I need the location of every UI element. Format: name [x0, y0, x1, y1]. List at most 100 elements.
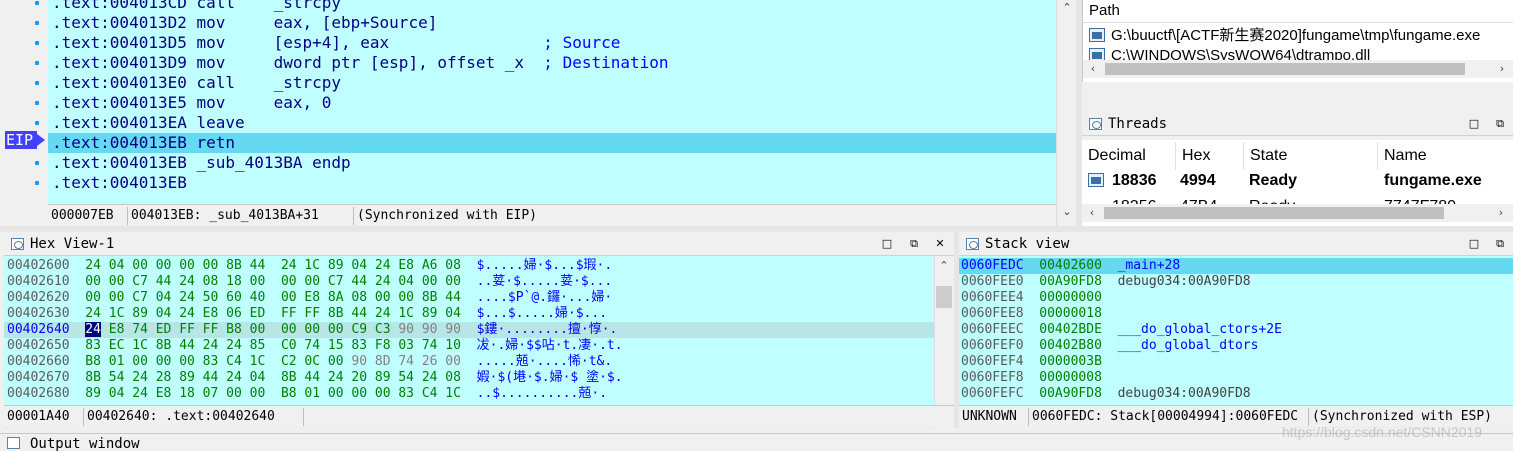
disasm-vertical-scrollbar[interactable]: ⌃ ⌄: [1056, 0, 1076, 226]
scroll-thumb[interactable]: [1104, 207, 1444, 219]
threads-titlebar[interactable]: Threads □ ⧉: [1082, 112, 1513, 136]
col-name[interactable]: Name: [1384, 146, 1427, 166]
status-location: 004013EB: _sub_4013BA+31: [128, 207, 354, 225]
code-line[interactable]: .text:004013D2 mov eax, [ebp+Source]: [52, 13, 437, 33]
code-line-current[interactable]: .text:004013EB retn: [48, 133, 1056, 153]
disassembly-view[interactable]: EIP .text:004013CD call _strcpy .text:00…: [0, 0, 1076, 226]
code-line[interactable]: .text:004013E0 call _strcpy: [52, 73, 341, 93]
stack-row[interactable]: 0060FEE8 00000018: [959, 306, 1513, 322]
restore-icon[interactable]: ⧉: [1494, 238, 1506, 250]
status-segment: UNKNOWN: [959, 408, 1029, 426]
col-hex[interactable]: Hex: [1182, 146, 1210, 166]
code-line[interactable]: .text:004013CD call _strcpy: [52, 0, 341, 13]
disasm-code[interactable]: .text:004013CD call _strcpy .text:004013…: [48, 0, 1056, 204]
vertical-splitter[interactable]: [954, 232, 959, 428]
hex-row[interactable]: 00402630 24 1C 89 04 24 E8 06 ED FF FF 8…: [7, 306, 607, 322]
hex-view[interactable]: 00402600 24 04 00 00 00 00 8B 44 24 1C 8…: [4, 256, 954, 428]
modules-path-header[interactable]: Path: [1089, 1, 1120, 21]
breakpoint-dot[interactable]: [35, 21, 39, 25]
col-state[interactable]: State: [1250, 146, 1287, 166]
breakpoint-dot[interactable]: [35, 81, 39, 85]
minimize-icon[interactable]: □: [881, 238, 893, 250]
hex-row[interactable]: 00402650 83 EC 1C 8B 44 24 24 85 C0 74 1…: [7, 338, 623, 354]
minimize-icon[interactable]: □: [1468, 238, 1480, 250]
scroll-right-icon[interactable]: ›: [1495, 207, 1507, 219]
close-icon[interactable]: ✕: [934, 238, 946, 250]
hex-row[interactable]: 00402610 00 00 C7 44 24 08 18 00 00 00 C…: [7, 274, 612, 290]
breakpoint-dot[interactable]: [35, 1, 39, 5]
thread-icon: [1088, 173, 1104, 187]
hex-view-titlebar[interactable]: Hex View-1 □ ⧉ ✕: [4, 232, 954, 256]
eip-marker: EIP: [5, 131, 37, 149]
code-line[interactable]: .text:004013EA leave: [52, 113, 245, 133]
panel-icon: [966, 238, 979, 250]
watermark: https://blog.csdn.net/CSNN2019: [1282, 424, 1483, 440]
stack-row[interactable]: 0060FEE0 00A90FD8 debug034:00A90FD8: [959, 274, 1513, 290]
status-sync: (Synchronized with EIP): [357, 208, 538, 223]
scroll-left-icon[interactable]: ‹: [1086, 207, 1098, 219]
hex-cursor[interactable]: 24: [85, 322, 101, 337]
restore-icon[interactable]: ⧉: [1494, 118, 1506, 130]
panel-icon: [1089, 118, 1102, 130]
hex-row[interactable]: 00402680 89 04 24 E8 18 07 00 00 B8 01 0…: [7, 386, 607, 402]
hex-row[interactable]: 00402660 B8 01 00 00 00 83 C4 1C C2 0C 0…: [7, 354, 612, 370]
threads-panel[interactable]: Decimal Hex State Name 18836 4994 Ready …: [1082, 140, 1513, 226]
scroll-right-icon[interactable]: ›: [1496, 63, 1508, 75]
stack-row[interactable]: 0060FEEC 00402BDE ___do_global_ctors+2E: [959, 322, 1513, 338]
scroll-up-icon[interactable]: ⌃: [938, 260, 950, 272]
output-title: Output window: [30, 436, 140, 451]
modules-panel[interactable]: Path G:\buuctf\[ACTF新生赛2020]fungame\tmp\…: [1082, 0, 1513, 82]
scroll-thumb[interactable]: [1105, 63, 1465, 75]
thread-name[interactable]: fungame.exe: [1384, 171, 1482, 191]
stack-row[interactable]: 0060FEF0 00402B80 ___do_global_dtors: [959, 338, 1513, 354]
breakpoint-dot[interactable]: [35, 61, 39, 65]
stack-row[interactable]: 0060FEF4 0000003B: [959, 354, 1513, 370]
stack-row[interactable]: 0060FEFC 00A90FD8 debug034:00A90FD8: [959, 386, 1513, 402]
thread-state[interactable]: Ready: [1249, 171, 1297, 191]
thread-decimal[interactable]: 18836: [1112, 171, 1157, 191]
hex-row[interactable]: 00402670 8B 54 24 28 89 44 24 04 8B 44 2…: [7, 370, 623, 386]
stack-row[interactable]: 0060FEE4 00000000: [959, 290, 1513, 306]
breakpoint-dot[interactable]: [35, 41, 39, 45]
minimize-icon[interactable]: □: [1468, 118, 1480, 130]
panel-gap: [1082, 82, 1513, 112]
eip-arrow-icon: [37, 134, 45, 146]
stack-row-current[interactable]: 0060FEDC 00402600 _main+28: [959, 258, 1513, 274]
module-row[interactable]: C:\WINDOWS\SysWOW64\dtrampo.dll: [1089, 46, 1509, 60]
status-location: 00402640: .text:00402640: [84, 408, 304, 426]
hex-vertical-scrollbar[interactable]: ⌃ ⌄: [934, 256, 954, 428]
column-divider[interactable]: [1175, 142, 1176, 170]
hex-row[interactable]: 00402600 24 04 00 00 00 00 8B 44 24 1C 8…: [7, 258, 612, 274]
column-divider[interactable]: [1243, 142, 1244, 170]
hex-row-selected[interactable]: 00402640 24 E8 74 ED FF FF B8 00 00 00 0…: [4, 322, 934, 338]
panel-icon: [11, 238, 24, 250]
code-line[interactable]: .text:004013EB _sub_4013BA endp: [52, 153, 351, 173]
stack-view-titlebar[interactable]: Stack view □ ⧉: [959, 232, 1513, 256]
scroll-left-icon[interactable]: ‹: [1087, 63, 1099, 75]
hex-row[interactable]: 00402620 00 00 C7 04 24 50 60 40 00 E8 8…: [7, 290, 612, 306]
code-line[interactable]: .text:004013D5 mov [esp+4], eax ; Source: [52, 33, 620, 53]
stack-row[interactable]: 0060FEF8 00000008: [959, 370, 1513, 386]
status-offset: 000007EB: [48, 207, 128, 225]
header-divider: [1083, 22, 1513, 23]
code-line[interactable]: .text:004013E5 mov eax, 0: [52, 93, 331, 113]
column-divider[interactable]: [1377, 142, 1378, 170]
scroll-up-icon[interactable]: ⌃: [1061, 2, 1073, 14]
threads-horizontal-scrollbar[interactable]: ‹ ›: [1082, 204, 1513, 222]
breakpoint-dot[interactable]: [35, 121, 39, 125]
module-row[interactable]: G:\buuctf\[ACTF新生赛2020]fungame\tmp\funga…: [1089, 26, 1509, 46]
code-line[interactable]: .text:004013D9 mov dword ptr [esp], offs…: [52, 53, 669, 73]
code-line[interactable]: .text:004013EB: [52, 173, 187, 193]
breakpoint-dot[interactable]: [35, 161, 39, 165]
thread-hex[interactable]: 4994: [1180, 171, 1216, 191]
hex-status-bar: 00001A40 00402640: .text:00402640: [4, 405, 954, 427]
modules-horizontal-scrollbar[interactable]: ‹ ›: [1083, 60, 1513, 78]
status-offset: 00001A40: [4, 408, 84, 426]
col-decimal[interactable]: Decimal: [1088, 146, 1146, 166]
scroll-down-icon[interactable]: ⌄: [1061, 206, 1073, 218]
restore-icon[interactable]: ⧉: [908, 238, 920, 250]
scroll-thumb[interactable]: [936, 286, 952, 308]
breakpoint-dot[interactable]: [35, 101, 39, 105]
stack-view[interactable]: 0060FEDC 00402600 _main+28 0060FEE0 00A9…: [959, 256, 1513, 428]
breakpoint-dot[interactable]: [35, 181, 39, 185]
